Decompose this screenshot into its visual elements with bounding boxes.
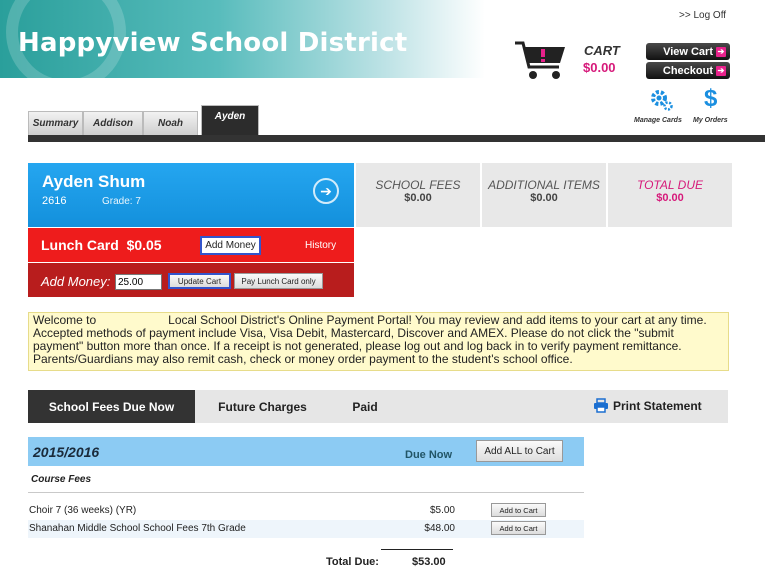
- additional-items-label: ADDITIONAL ITEMS: [488, 178, 600, 192]
- school-fees-value: $0.00: [404, 192, 432, 204]
- table-divider: [28, 492, 584, 493]
- view-cart-button[interactable]: View Cart ➔: [646, 43, 730, 60]
- add-money-label: Add Money:: [41, 274, 111, 289]
- tab-ayden[interactable]: Ayden: [201, 105, 259, 135]
- tab-addison[interactable]: Addison: [83, 111, 143, 135]
- history-link[interactable]: History: [305, 240, 336, 251]
- student-grade: Grade: 7: [102, 196, 141, 207]
- cart-label: CART: [584, 43, 620, 58]
- table-row: Choir 7 (36 weeks) (YR) $5.00 Add to Car…: [28, 502, 584, 520]
- due-now-header: Due Now: [405, 449, 453, 461]
- tab-divider-bar: [28, 135, 765, 142]
- school-year-label: 2015/2016: [33, 444, 100, 460]
- checkout-button[interactable]: Checkout ➔: [646, 62, 730, 79]
- pay-lunch-card-only-button[interactable]: Pay Lunch Card only: [234, 273, 323, 289]
- school-fees-label: SCHOOL FEES: [375, 178, 461, 192]
- print-statement-link[interactable]: Print Statement: [593, 398, 702, 413]
- notice-text: Local School District's Online Payment P…: [33, 313, 707, 366]
- district-title: Happyview School District: [18, 28, 408, 58]
- add-money-button[interactable]: Add Money: [200, 236, 261, 255]
- student-id: 2616: [42, 195, 67, 207]
- shopping-cart-icon[interactable]: [513, 40, 567, 80]
- total-due-label: TOTAL DUE: [636, 178, 704, 192]
- checkout-label: Checkout: [662, 64, 713, 77]
- add-to-cart-button[interactable]: Add to Cart: [491, 503, 546, 517]
- my-orders-link[interactable]: My Orders: [693, 117, 728, 124]
- view-cart-label: View Cart: [663, 45, 713, 58]
- add-to-cart-button[interactable]: Add to Cart: [491, 521, 546, 535]
- additional-items-box: ADDITIONAL ITEMS $0.00: [482, 163, 606, 227]
- lunch-card-label: Lunch Card: [41, 237, 119, 253]
- add-money-amount-input[interactable]: [115, 274, 162, 290]
- circle-arrow-right-icon[interactable]: ➔: [313, 178, 339, 204]
- dollar-icon[interactable]: $: [704, 86, 717, 112]
- tab-summary[interactable]: Summary: [28, 111, 83, 135]
- lunch-card-title: Lunch Card $0.05: [41, 237, 162, 253]
- update-cart-button[interactable]: Update Cart: [168, 273, 231, 289]
- log-off-link[interactable]: >> Log Off: [679, 10, 726, 21]
- school-fees-box: SCHOOL FEES $0.00: [356, 163, 480, 227]
- total-due-box: TOTAL DUE $0.00: [608, 163, 732, 227]
- arrow-right-icon: ➔: [716, 65, 726, 76]
- tab-future-charges[interactable]: Future Charges: [205, 390, 320, 423]
- fee-amount: $48.00: [424, 523, 455, 534]
- tab-paid[interactable]: Paid: [340, 390, 390, 423]
- lunch-card-balance: $0.05: [126, 237, 162, 253]
- course-fees-section-label: Course Fees: [31, 474, 92, 485]
- total-due-value: $0.00: [656, 192, 684, 204]
- fee-amount: $5.00: [429, 505, 455, 516]
- table-row: Shanahan Middle School School Fees 7th G…: [28, 520, 584, 538]
- total-due-footer-label: Total Due:: [326, 556, 379, 568]
- gears-icon[interactable]: [650, 88, 674, 112]
- fee-description: Shanahan Middle School School Fees 7th G…: [29, 523, 246, 534]
- add-all-to-cart-button[interactable]: Add ALL to Cart: [476, 440, 563, 462]
- manage-cards-link[interactable]: Manage Cards: [634, 117, 682, 124]
- notice-prefix: Welcome to: [33, 313, 97, 327]
- student-name: Ayden Shum: [42, 172, 146, 191]
- tab-school-fees-due-now[interactable]: School Fees Due Now: [28, 390, 195, 423]
- printer-icon: [594, 398, 608, 413]
- total-divider: [381, 549, 453, 550]
- welcome-notice: Welcome to Local School District's Online…: [28, 312, 729, 371]
- arrow-right-icon: ➔: [716, 46, 726, 57]
- cart-amount: $0.00: [583, 60, 616, 75]
- tab-noah[interactable]: Noah: [143, 111, 198, 135]
- fee-description: Choir 7 (36 weeks) (YR): [29, 505, 137, 516]
- additional-items-value: $0.00: [530, 192, 558, 204]
- print-statement-label: Print Statement: [613, 398, 702, 413]
- total-due-footer-value: $53.00: [412, 556, 446, 568]
